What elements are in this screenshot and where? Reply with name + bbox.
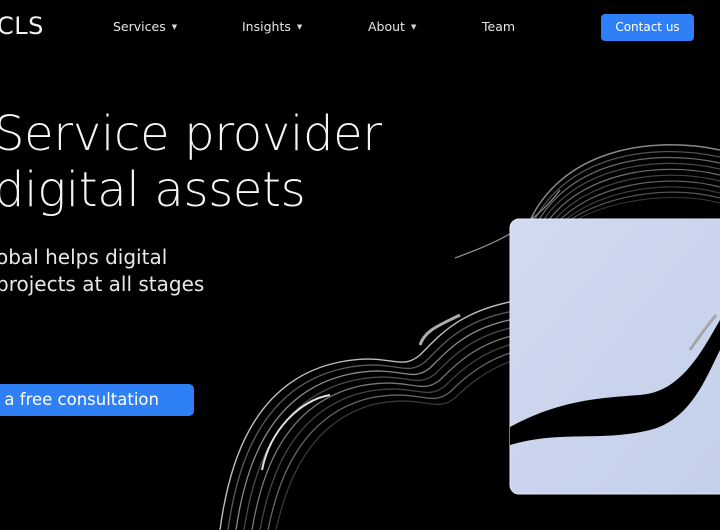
caret-down-icon: ▼ xyxy=(171,23,178,31)
landing-page: CLS Services ▼ Insights ▼ About ▼ Team Cont… xyxy=(0,0,720,530)
card-wave xyxy=(510,320,720,445)
logo[interactable]: CLS xyxy=(0,11,44,41)
ribbon-arc-top xyxy=(527,144,720,226)
hero-subtitle-line: obal helps digital xyxy=(0,245,168,269)
nav-item-label: Team xyxy=(482,19,516,34)
hero-title-line: Service provider xyxy=(0,106,382,162)
hero-subtitle: obal helps digital projects at all stage… xyxy=(0,244,204,298)
nav-item-services[interactable]: Services ▼ xyxy=(113,19,177,35)
caret-down-icon: ▼ xyxy=(410,23,417,31)
nav-item-insights[interactable]: Insights ▼ xyxy=(242,19,302,35)
hero-title: Service provider digital assets xyxy=(0,106,382,218)
hero-subtitle-line: projects at all stages xyxy=(0,272,205,296)
nav-item-label: About xyxy=(368,19,405,34)
nav-item-label: Services xyxy=(113,19,166,34)
nav-item-team[interactable]: Team xyxy=(482,19,515,35)
ribbon-wave-bottom xyxy=(219,299,521,530)
hero-title-line: digital assets xyxy=(0,162,306,218)
caret-down-icon: ▼ xyxy=(296,23,303,31)
ribbon-thin-line xyxy=(454,189,561,259)
nav-item-about[interactable]: About ▼ xyxy=(368,19,416,35)
illustration-card xyxy=(510,219,720,494)
nav-item-label: Insights xyxy=(242,19,291,34)
contact-us-button[interactable]: Contact us xyxy=(601,14,694,41)
free-consultation-button[interactable]: a free consultation xyxy=(0,384,194,416)
